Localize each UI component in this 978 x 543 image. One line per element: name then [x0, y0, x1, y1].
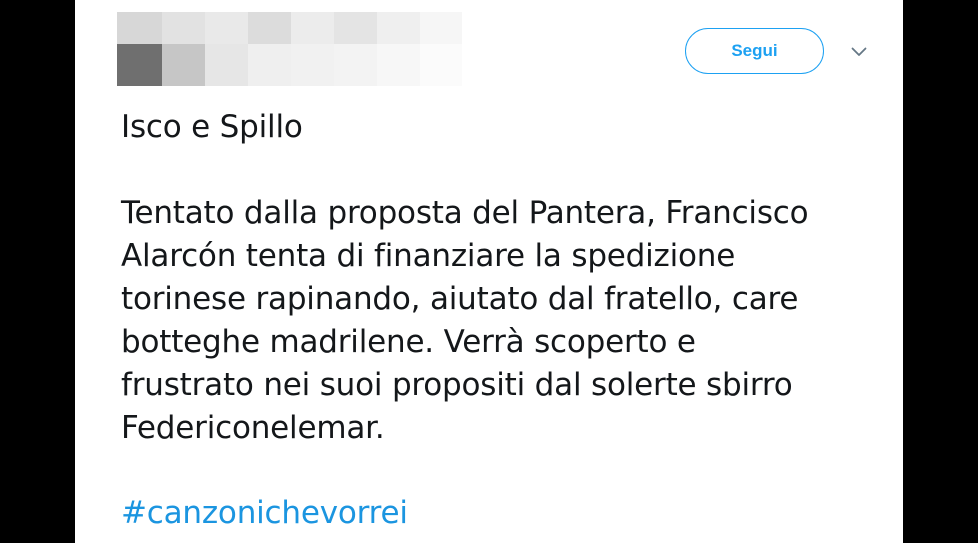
blurred-user-info[interactable]	[117, 12, 462, 86]
more-options-button[interactable]	[847, 40, 871, 64]
tweet-body-line: botteghe madrilene. Verrà scoperto e	[121, 324, 696, 360]
tweet-text: Isco e Spillo Tentato dalla proposta del…	[121, 106, 891, 450]
follow-button[interactable]: Segui	[685, 28, 824, 74]
tweet-body-line: torinese rapinando, aiutato dal fratello…	[121, 281, 799, 317]
tweet-body-line: Federiconelemar.	[121, 410, 385, 446]
hashtag-link[interactable]: #canzonichevorrei	[121, 492, 408, 535]
tweet-card: Segui Isco e Spillo Tentato dalla propos…	[75, 0, 903, 543]
tweet-body-line: frustrato nei suoi propositi dal solerte…	[121, 367, 793, 403]
tweet-title: Isco e Spillo	[121, 109, 303, 145]
chevron-down-icon	[851, 47, 867, 56]
tweet-body-line: Alarcón tenta di finanziare la spedizion…	[121, 238, 736, 274]
tweet-body-line: Tentato dalla proposta del Pantera, Fran…	[121, 195, 809, 231]
